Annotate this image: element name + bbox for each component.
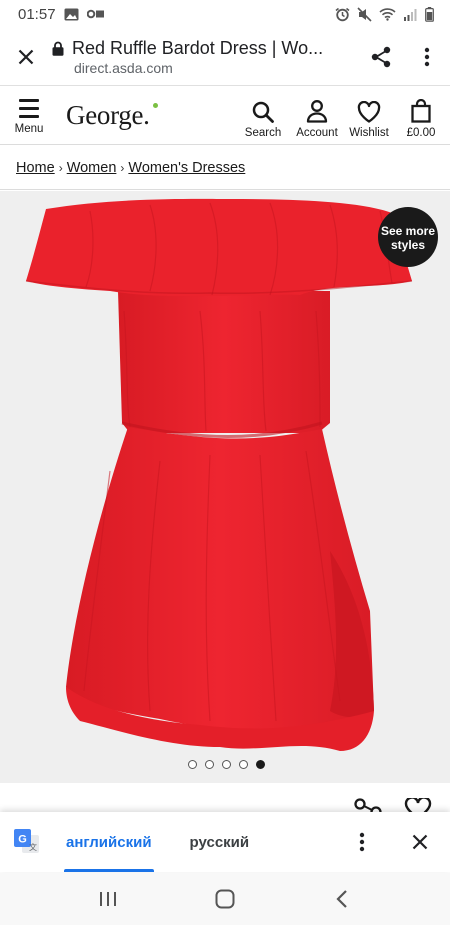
logo-text: George bbox=[66, 100, 144, 130]
browser-menu-button[interactable] bbox=[404, 28, 450, 86]
search-label: Search bbox=[244, 126, 282, 139]
carousel-pagination bbox=[0, 760, 450, 769]
wishlist-button[interactable]: Wishlist bbox=[344, 100, 394, 139]
search-button[interactable]: Search bbox=[242, 101, 284, 139]
recent-apps-icon bbox=[100, 892, 117, 906]
wifi-icon bbox=[379, 7, 396, 21]
page-title: Red Ruffle Bardot Dress | Wo... bbox=[72, 37, 324, 58]
chevron-right-icon: › bbox=[120, 160, 125, 175]
account-button[interactable]: Account bbox=[292, 99, 342, 139]
share-button[interactable] bbox=[358, 28, 404, 86]
back-button[interactable] bbox=[312, 873, 372, 925]
signal-icon bbox=[403, 8, 418, 21]
account-label: Account bbox=[296, 126, 338, 139]
carousel-dot[interactable] bbox=[204, 760, 214, 769]
carousel-dot[interactable] bbox=[221, 760, 231, 769]
carousel-dot[interactable] bbox=[187, 760, 197, 769]
wishlist-label: Wishlist bbox=[349, 126, 389, 139]
breadcrumb-home[interactable]: Home bbox=[16, 160, 55, 176]
basket-button[interactable]: £0.00 bbox=[400, 98, 442, 139]
heart-icon bbox=[357, 100, 381, 123]
search-icon bbox=[252, 101, 274, 123]
menu-label: Menu bbox=[14, 122, 44, 135]
share-icon[interactable] bbox=[354, 798, 382, 812]
carousel-dot[interactable] bbox=[238, 760, 248, 769]
see-more-styles-button[interactable]: See more styles bbox=[378, 207, 438, 267]
google-translate-icon: G 文 bbox=[14, 829, 39, 853]
home-icon bbox=[215, 889, 235, 909]
breadcrumb: Home › Women › Women's Dresses bbox=[0, 146, 450, 190]
translate-options-button[interactable] bbox=[342, 812, 382, 872]
back-icon bbox=[336, 890, 347, 908]
site-header: Menu George. Search Account Wishlist £0.… bbox=[0, 87, 450, 145]
target-language-tab[interactable]: русский bbox=[190, 812, 250, 872]
share-icon bbox=[371, 46, 391, 67]
status-bar: 01:57 bbox=[0, 0, 450, 28]
menu-button[interactable]: Menu bbox=[0, 97, 58, 135]
george-logo[interactable]: George. bbox=[66, 100, 158, 131]
logo-leaf-icon bbox=[153, 103, 158, 108]
chevron-right-icon: › bbox=[58, 160, 63, 175]
page-info[interactable]: Red Ruffle Bardot Dress | Wo... direct.a… bbox=[52, 38, 358, 76]
breadcrumb-womens-dresses[interactable]: Women's Dresses bbox=[128, 160, 245, 176]
carousel-dot-active[interactable] bbox=[255, 760, 265, 769]
status-time: 01:57 bbox=[18, 5, 56, 23]
vr-icon bbox=[86, 9, 105, 19]
svg-text:文: 文 bbox=[29, 842, 37, 852]
close-tab-button[interactable] bbox=[0, 28, 52, 86]
see-more-line1: See more bbox=[380, 223, 436, 238]
lock-icon bbox=[52, 41, 64, 56]
image-icon bbox=[64, 8, 79, 21]
mute-icon bbox=[357, 6, 372, 22]
more-vert-icon bbox=[359, 832, 365, 852]
product-actions-strip bbox=[0, 784, 450, 812]
close-icon bbox=[412, 834, 428, 850]
browser-toolbar: Red Ruffle Bardot Dress | Wo... direct.a… bbox=[0, 28, 450, 86]
basket-icon bbox=[411, 98, 431, 123]
more-vert-icon bbox=[424, 47, 430, 66]
battery-icon bbox=[425, 6, 434, 22]
translate-bar: G 文 английский русский bbox=[0, 812, 450, 872]
product-image-gallery[interactable]: See more styles bbox=[0, 191, 450, 783]
system-nav-bar bbox=[0, 873, 450, 925]
close-icon bbox=[18, 49, 34, 64]
product-image bbox=[25, 198, 413, 751]
source-language-tab[interactable]: английский bbox=[64, 812, 154, 872]
svg-text:G: G bbox=[18, 834, 27, 846]
hamburger-icon bbox=[19, 98, 39, 118]
heart-icon[interactable] bbox=[404, 798, 432, 812]
recent-apps-button[interactable] bbox=[78, 873, 138, 925]
account-icon bbox=[306, 99, 328, 123]
basket-total: £0.00 bbox=[406, 126, 436, 139]
close-translate-button[interactable] bbox=[400, 812, 440, 872]
page-url: direct.asda.com bbox=[74, 59, 173, 76]
see-more-line2: styles bbox=[390, 237, 426, 252]
alarm-icon bbox=[335, 7, 350, 22]
breadcrumb-women[interactable]: Women bbox=[67, 160, 117, 176]
home-button[interactable] bbox=[195, 873, 255, 925]
